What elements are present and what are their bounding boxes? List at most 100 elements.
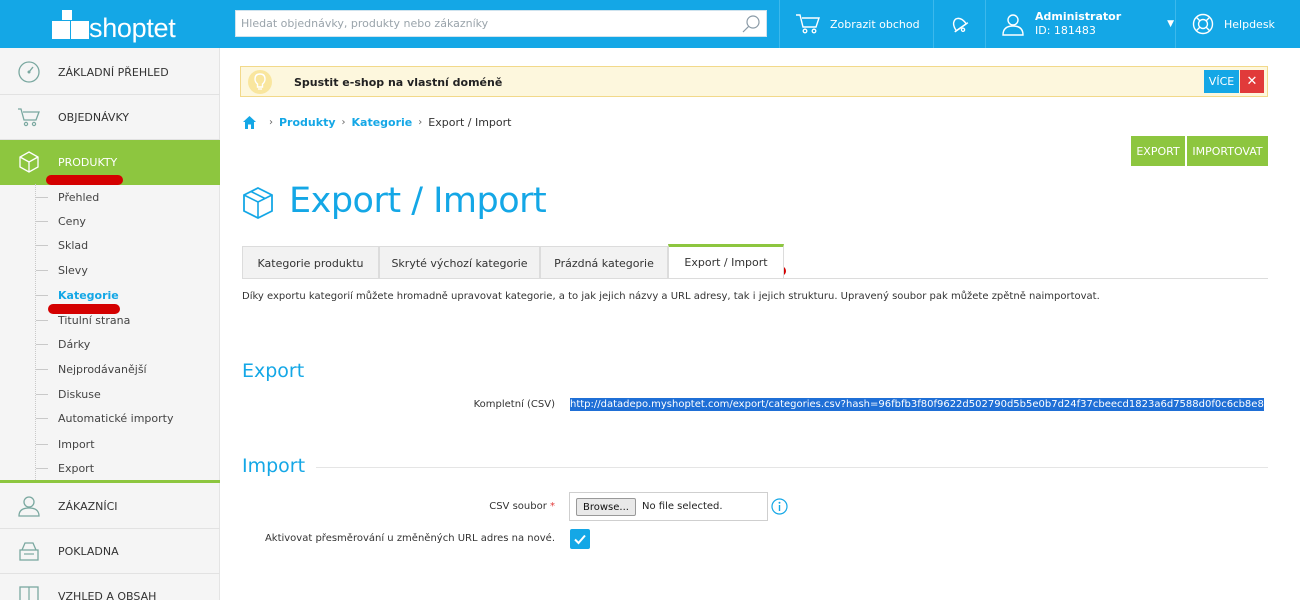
sidebar-sub-stock[interactable]: Sklad [0, 233, 220, 258]
tab-hidden-default-categories[interactable]: Skryté výchozí kategorie [379, 246, 540, 279]
notice-close-button[interactable]: ✕ [1240, 70, 1264, 93]
breadcrumb-link-products[interactable]: Produkty [279, 116, 336, 129]
header-divider [1175, 0, 1176, 48]
cart-icon [18, 108, 40, 127]
sidebar: ZÁKLADNÍ PŘEHLED OBJEDNÁVKY PRODUKTY Pře… [0, 48, 220, 600]
sidebar-item-orders[interactable]: OBJEDNÁVKY [0, 95, 220, 140]
bell-icon [952, 17, 969, 33]
admin-menu[interactable]: Administrator ID: 181483 ▼ [1000, 0, 1174, 48]
show-store-label: Zobrazit obchod [830, 17, 920, 31]
sidebar-sub-import[interactable]: Import [0, 432, 220, 457]
search-icon[interactable] [740, 13, 762, 35]
sidebar-item-label: PRODUKTY [58, 156, 118, 169]
csv-file-label: CSV soubor * [380, 501, 555, 512]
sidebar-sub-prices[interactable]: Ceny [0, 209, 220, 234]
sidebar-sub-label: Ceny [58, 215, 86, 228]
sidebar-sub-label: Kategorie [58, 289, 119, 302]
lightbulb-icon [248, 70, 272, 94]
sidebar-sub-label: Diskuse [58, 388, 101, 401]
top-header: shoptet Zobrazit obchod [0, 0, 1300, 48]
csv-file-label-text: CSV soubor [489, 501, 547, 512]
sidebar-sub-discussion[interactable]: Diskuse [0, 382, 220, 407]
header-divider [985, 0, 986, 48]
global-search[interactable] [235, 10, 767, 37]
admin-name: Administrator [1035, 10, 1122, 23]
sidebar-sub-export[interactable]: Export [0, 456, 220, 481]
sidebar-item-customers[interactable]: ZÁKAZNÍCI [0, 484, 220, 529]
redirect-checkbox[interactable] [570, 529, 590, 549]
tab-empty-category[interactable]: Prázdná kategorie [540, 246, 668, 279]
export-complete-url[interactable]: http://datadepo.myshoptet.com/export/cat… [570, 398, 1264, 411]
search-input[interactable] [236, 11, 726, 36]
annotation-underline-categories [48, 304, 120, 314]
page-description: Díky exportu kategorií můžete hromadně u… [242, 291, 1100, 302]
sidebar-item-appearance[interactable]: VZHLED A OBSAH [0, 574, 220, 600]
notice-more-button[interactable]: VÍCE [1204, 70, 1239, 93]
tab-product-categories[interactable]: Kategorie produktu [242, 246, 379, 279]
sidebar-item-label: ZÁKAZNÍCI [58, 500, 118, 513]
breadcrumb-separator: › [418, 116, 423, 128]
sidebar-sub-auto-imports[interactable]: Automatické importy [0, 406, 220, 431]
helpdesk-label: Helpdesk [1224, 17, 1275, 31]
header-divider [933, 0, 934, 48]
breadcrumb: › Produkty › Kategorie › Export / Import [242, 114, 511, 130]
box-icon [19, 151, 39, 173]
sidebar-item-label: OBJEDNÁVKY [58, 111, 129, 124]
sidebar-sub-label: Dárky [58, 338, 91, 351]
chevron-down-icon: ▼ [1167, 19, 1175, 29]
export-section-title: Export [242, 360, 305, 382]
lifebuoy-icon [1192, 13, 1214, 35]
box-icon [243, 186, 273, 220]
domain-notice: Spustit e-shop na vlastní doméně VÍCE ✕ [240, 66, 1268, 97]
checkmark-icon [574, 534, 586, 545]
sidebar-item-cash-register[interactable]: POKLADNA [0, 529, 220, 574]
info-icon[interactable] [771, 498, 788, 515]
breadcrumb-separator: › [341, 116, 346, 128]
sidebar-item-label: VZHLED A OBSAH [58, 590, 157, 600]
import-button[interactable]: IMPORTOVAT [1187, 136, 1268, 166]
sidebar-item-label: ZÁKLADNÍ PŘEHLED [58, 66, 169, 79]
redirect-label: Aktivovat přesměrování u změněných URL a… [264, 533, 555, 544]
page-title: Export / Import [289, 181, 547, 221]
sidebar-sub-label: Automatické importy [58, 412, 174, 425]
notifications-button[interactable] [946, 0, 972, 48]
logo-text: shoptet [89, 13, 176, 43]
admin-info: Administrator ID: 181483 [1035, 10, 1121, 38]
user-icon [1002, 14, 1024, 36]
tabs-divider [242, 278, 1268, 279]
header-divider [779, 0, 780, 48]
submenu-bottom-border [0, 480, 220, 483]
notice-text: Spustit e-shop na vlastní doméně [294, 76, 503, 89]
file-status: No file selected. [642, 501, 723, 512]
tab-export-import[interactable]: Export / Import [668, 244, 784, 278]
breadcrumb-separator: › [269, 116, 273, 128]
csv-file-input[interactable]: Browse... No file selected. [569, 492, 768, 521]
sidebar-sub-discounts[interactable]: Slevy [0, 258, 220, 283]
sidebar-sub-label: Nejprodávanější [58, 363, 147, 376]
helpdesk-button[interactable]: Helpdesk [1191, 0, 1275, 48]
home-icon[interactable] [242, 115, 257, 130]
cash-register-icon [19, 542, 39, 561]
user-icon [18, 496, 40, 517]
import-section-title: Import [242, 455, 306, 477]
sidebar-sub-label: Sklad [58, 239, 89, 252]
sidebar-sub-label: Titulní strana [58, 314, 131, 327]
sidebar-sub-label: Přehled [58, 191, 100, 204]
export-button[interactable]: EXPORT [1131, 136, 1185, 166]
admin-id: ID: 181483 [1035, 24, 1096, 37]
required-mark: * [550, 501, 555, 512]
shoptet-logo[interactable]: shoptet [52, 8, 176, 43]
sidebar-sub-overview[interactable]: Přehled [0, 185, 220, 210]
sidebar-sub-bestsellers[interactable]: Nejprodávanější [0, 357, 220, 382]
export-complete-label: Kompletní (CSV) [473, 399, 555, 410]
sidebar-sub-label: Export [58, 462, 95, 475]
layout-icon [19, 586, 39, 600]
browse-button[interactable]: Browse... [576, 498, 636, 516]
sidebar-item-dashboard[interactable]: ZÁKLADNÍ PŘEHLED [0, 50, 220, 95]
show-store-button[interactable]: Zobrazit obchod [794, 0, 920, 48]
logo-blocks-icon [52, 10, 90, 42]
sidebar-sub-gifts[interactable]: Dárky [0, 332, 220, 357]
breadcrumb-link-categories[interactable]: Kategorie [352, 116, 413, 129]
sidebar-sub-label: Slevy [58, 264, 88, 277]
breadcrumb-current: Export / Import [428, 115, 512, 129]
